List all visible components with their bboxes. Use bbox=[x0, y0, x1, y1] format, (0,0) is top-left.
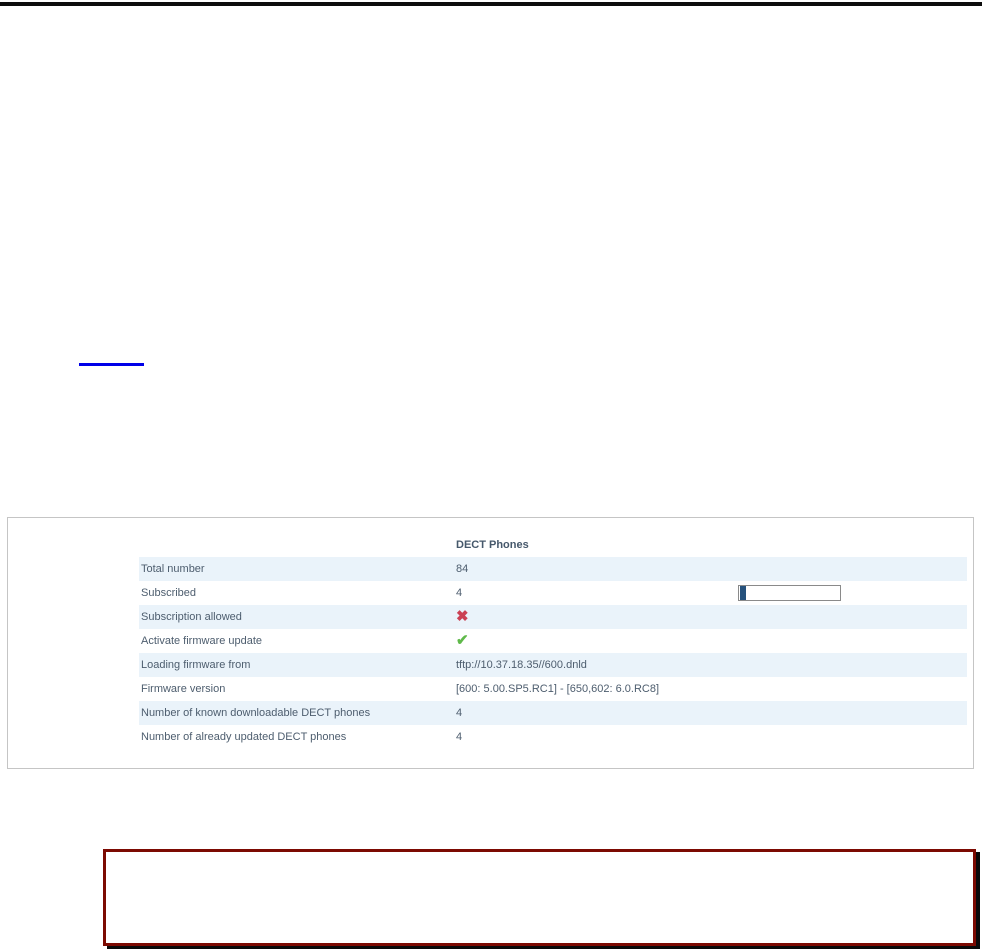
hyperlink-underline[interactable] bbox=[79, 352, 144, 366]
table-row-subscription-allowed: Subscription allowed ✖ bbox=[139, 605, 967, 629]
table-row-already-updated: Number of already updated DECT phones 4 bbox=[139, 725, 967, 749]
row-value: [600: 5.00.SP5.RC1] - [650,602: 6.0.RC8] bbox=[456, 683, 660, 695]
row-value: 4 bbox=[456, 731, 463, 743]
row-label: Total number bbox=[141, 563, 205, 575]
check-icon: ✔ bbox=[456, 632, 469, 649]
table-row-activate-firmware-update: Activate firmware update ✔ bbox=[139, 629, 967, 653]
table-row-loading-firmware-from: Loading firmware from tftp://10.37.18.35… bbox=[139, 653, 967, 677]
table-row-total-number: Total number 84 bbox=[139, 557, 967, 581]
dect-status-table: DECT Phones Total number 84 Subscribed 4… bbox=[139, 533, 967, 749]
table-header: DECT Phones bbox=[456, 539, 529, 551]
row-value: 4 bbox=[456, 587, 463, 599]
note-box bbox=[103, 849, 976, 946]
row-label: Loading firmware from bbox=[141, 659, 251, 671]
row-value: ✖ bbox=[456, 605, 967, 629]
row-label: Activate firmware update bbox=[141, 635, 263, 647]
table-row-firmware-version: Firmware version [600: 5.00.SP5.RC1] - [… bbox=[139, 677, 967, 701]
row-label: Firmware version bbox=[141, 683, 226, 695]
progress-fill bbox=[740, 586, 746, 600]
cross-icon: ✖ bbox=[456, 608, 469, 625]
subscribed-progress-bar bbox=[738, 585, 841, 601]
row-value: tftp://10.37.18.35//600.dnld bbox=[456, 659, 587, 671]
page-top-rule bbox=[0, 2, 982, 6]
document-page: { "document": { "link": { "visible_text"… bbox=[0, 0, 982, 949]
row-label: Subscription allowed bbox=[141, 611, 242, 623]
row-label: Number of already updated DECT phones bbox=[141, 731, 347, 743]
row-value: ✔ bbox=[456, 629, 967, 653]
row-label: Number of known downloadable DECT phones bbox=[141, 707, 371, 719]
dect-status-figure-panel: DECT Phones Total number 84 Subscribed 4… bbox=[7, 517, 974, 769]
row-label: Subscribed bbox=[141, 587, 197, 599]
row-value: 4 bbox=[456, 707, 463, 719]
table-row-known-downloadable: Number of known downloadable DECT phones… bbox=[139, 701, 967, 725]
table-row-subscribed: Subscribed 4 bbox=[139, 581, 967, 605]
row-value: 84 bbox=[456, 563, 469, 575]
